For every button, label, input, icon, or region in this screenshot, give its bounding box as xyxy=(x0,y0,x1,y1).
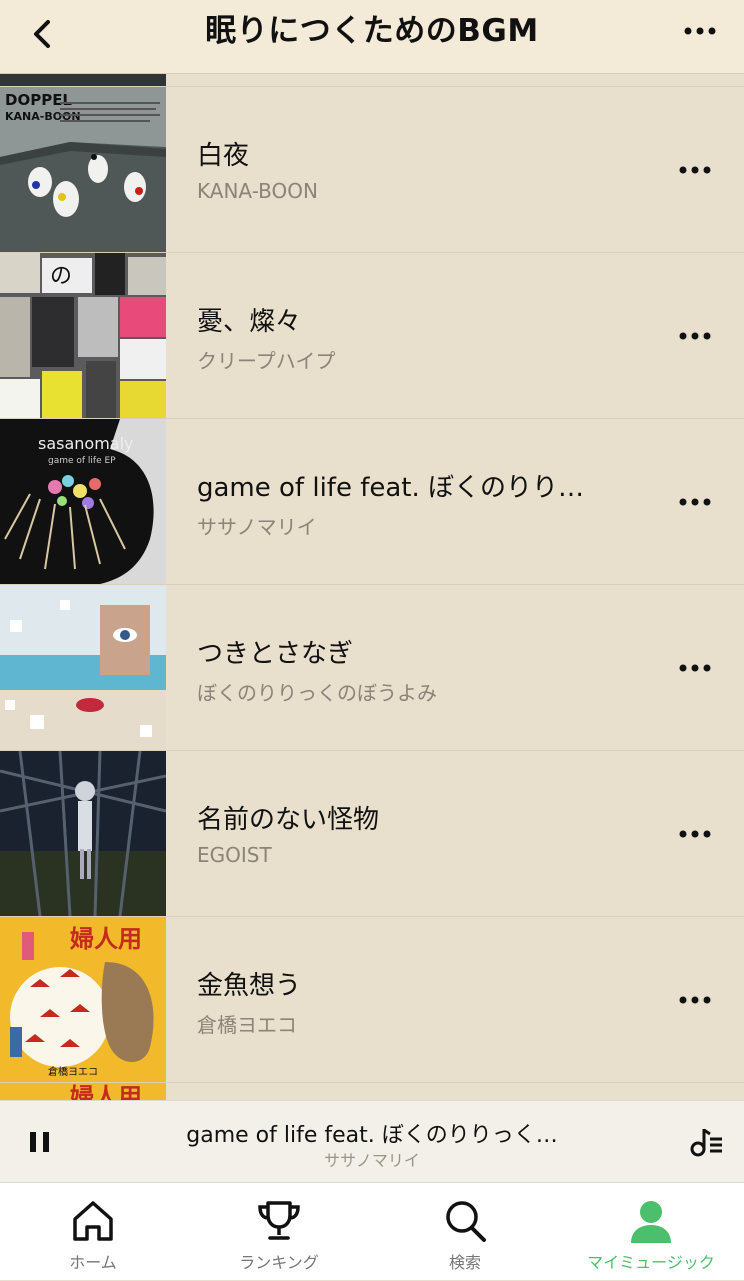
nav-header: 眠りにつくためのBGM xyxy=(0,0,744,74)
tab-home[interactable]: ホーム xyxy=(0,1183,186,1281)
track-row[interactable]: DOPPEL KANA-BOON 白夜 KANA-BOON xyxy=(0,87,744,253)
track-title: 名前のない怪物 xyxy=(197,805,380,835)
more-horizontal-icon[interactable] xyxy=(670,485,720,519)
more-horizontal-icon[interactable] xyxy=(670,651,720,685)
track-row[interactable]: sasanomaly game of life EP game of life … xyxy=(0,419,744,585)
tab-label: マイミュージック xyxy=(587,1253,715,1272)
album-cover: 婦人用 xyxy=(0,1083,166,1100)
album-cover: の xyxy=(0,253,166,418)
track-artist: ぼくのりりっくのぼうよみ xyxy=(197,681,437,705)
tab-label: 検索 xyxy=(448,1253,481,1272)
cover-text: DOPPEL xyxy=(5,91,72,109)
more-horizontal-icon[interactable] xyxy=(670,319,720,353)
track-artist: KANA-BOON xyxy=(197,179,318,203)
cover-text: sasanomaly xyxy=(38,434,134,453)
now-playing-artist: ササノマリイ xyxy=(324,1151,420,1170)
track-artist: クリープハイプ xyxy=(197,349,336,373)
tab-label: ホーム xyxy=(69,1253,117,1272)
track-title: game of life feat. ぼくのりり… xyxy=(197,473,585,503)
tab-my-music[interactable]: マイミュージック xyxy=(558,1183,744,1281)
track-artist: ササノマリイ xyxy=(197,515,317,539)
more-horizontal-icon[interactable] xyxy=(670,817,720,851)
album-cover xyxy=(0,74,166,86)
tab-label: ランキング xyxy=(239,1253,319,1272)
track-list: DOPPEL KANA-BOON 白夜 KANA-BOON の 憂、燦々 クリー… xyxy=(0,74,744,1100)
cover-text: game of life EP xyxy=(48,456,116,466)
more-horizontal-icon[interactable] xyxy=(678,14,722,48)
album-cover: sasanomaly game of life EP xyxy=(0,419,166,584)
cover-text: 倉橋ヨエコ xyxy=(48,1065,98,1078)
track-row[interactable]: 名前のない怪物 EGOIST xyxy=(0,751,744,917)
cover-text: の xyxy=(50,264,72,289)
track-row-partial-bottom[interactable]: 婦人用 xyxy=(0,1083,744,1100)
album-cover: 婦人用 倉橋ヨエコ xyxy=(0,917,166,1082)
track-artist: EGOIST xyxy=(197,843,272,867)
tab-bar: ホーム ランキング 検索 マイミュージック xyxy=(0,1182,744,1280)
track-title: 憂、燦々 xyxy=(197,307,302,337)
track-row[interactable]: 婦人用 倉橋ヨエコ 金魚想う 倉橋ヨエコ xyxy=(0,917,744,1083)
tab-search[interactable]: 検索 xyxy=(372,1183,558,1281)
track-title: 白夜 xyxy=(197,141,250,171)
album-cover: DOPPEL KANA-BOON xyxy=(0,87,166,252)
track-row[interactable]: つきとさなぎ ぼくのりりっくのぼうよみ xyxy=(0,585,744,751)
page-title: 眠りにつくためのBGM xyxy=(205,13,539,49)
mini-player[interactable]: game of life feat. ぼくのりりっく… ササノマリイ xyxy=(0,1100,744,1182)
more-horizontal-icon[interactable] xyxy=(670,153,720,187)
album-cover xyxy=(0,585,166,750)
track-row[interactable]: の 憂、燦々 クリープハイプ xyxy=(0,253,744,419)
cover-text: 婦人用 xyxy=(69,925,142,953)
person-icon xyxy=(631,1201,671,1243)
now-playing-title: game of life feat. ぼくのりりっく… xyxy=(186,1123,558,1148)
search-icon xyxy=(446,1201,486,1242)
album-cover xyxy=(0,751,166,916)
track-title: 金魚想う xyxy=(197,971,302,1001)
music-queue-icon[interactable] xyxy=(688,1125,724,1159)
trophy-icon xyxy=(258,1201,300,1240)
cover-text: 婦人用 xyxy=(69,1083,142,1100)
more-horizontal-icon[interactable] xyxy=(670,983,720,1017)
track-row-partial-top[interactable] xyxy=(0,74,744,87)
track-title: つきとさなぎ xyxy=(197,639,354,669)
home-icon xyxy=(73,1201,113,1241)
track-artist: 倉橋ヨエコ xyxy=(197,1013,297,1037)
pause-icon[interactable] xyxy=(26,1126,56,1158)
tab-ranking[interactable]: ランキング xyxy=(186,1183,372,1281)
